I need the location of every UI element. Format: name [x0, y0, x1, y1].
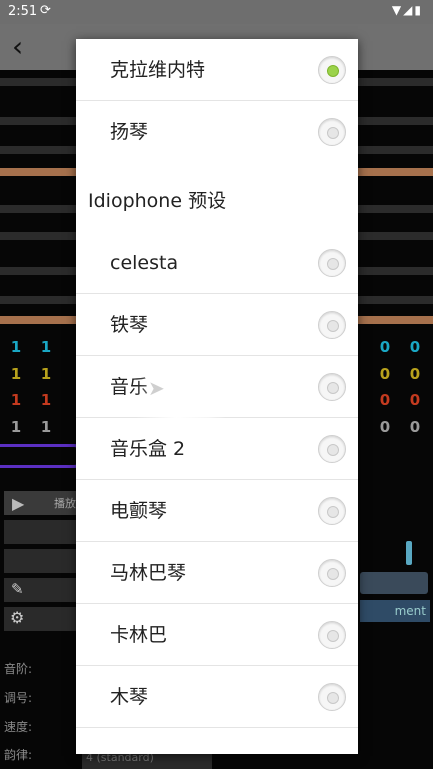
list-item[interactable]: 扬琴: [76, 101, 358, 163]
gear-icon: ⚙: [10, 608, 25, 627]
radio-button[interactable]: [318, 118, 346, 146]
list-item[interactable]: 马林巴琴: [76, 542, 358, 604]
grid-cell[interactable]: 0: [371, 389, 399, 411]
list-item-label: 音乐盒 2: [110, 438, 186, 460]
grid-cell[interactable]: 0: [401, 336, 429, 358]
grid-cell[interactable]: 1: [2, 336, 30, 358]
section-header: Idiophone 预设: [76, 170, 358, 232]
track-stripe-accent: [0, 168, 76, 176]
grid-cell[interactable]: 0: [371, 336, 399, 358]
grid-cell[interactable]: 1: [32, 389, 60, 411]
list-item-label: 铁琴: [110, 314, 149, 336]
grid-cell[interactable]: 0: [401, 389, 429, 411]
settings-button[interactable]: ⚙: [4, 607, 76, 631]
back-arrow-icon[interactable]: ‹: [12, 30, 23, 64]
battery-icon: ▮: [414, 3, 423, 17]
grid-cell[interactable]: 0: [401, 363, 429, 385]
track-stripe: [0, 146, 76, 154]
track-stripe-accent: [358, 168, 433, 176]
track-stripe: [358, 78, 433, 86]
sync-icon: ⟳: [40, 3, 51, 18]
grid-cell[interactable]: 1: [2, 363, 30, 385]
track-stripe-accent: [358, 316, 433, 324]
track-stripe: [358, 296, 433, 304]
radio-button[interactable]: [318, 249, 346, 277]
wifi-icon: ▼: [391, 3, 404, 17]
list-item[interactable]: 音乐盒 2: [76, 418, 358, 480]
status-time: 2:51: [8, 4, 38, 19]
play-icon: ▶: [12, 494, 25, 513]
track-stripe: [0, 296, 76, 304]
pencil-icon: ✎: [11, 580, 24, 598]
grid-cell[interactable]: 1: [2, 416, 30, 438]
instrument-picker-dialog: 克拉维内特 扬琴 Idiophone 预设 celesta 铁琴 音乐 ➤ 音乐…: [76, 39, 358, 754]
track-stripe: [358, 205, 433, 213]
track-stripe: [0, 78, 76, 86]
list-item-label: celesta: [110, 252, 179, 274]
radio-button[interactable]: [318, 435, 346, 463]
grid-cell[interactable]: 1: [32, 416, 60, 438]
track-stripe-accent: [0, 316, 76, 324]
radio-button[interactable]: [318, 311, 346, 339]
control-button[interactable]: [4, 549, 76, 573]
track-stripe: [0, 232, 76, 240]
list-item-label: 电颤琴: [110, 500, 168, 522]
grid-cell[interactable]: 1: [32, 336, 60, 358]
grid-cell[interactable]: 0: [401, 416, 429, 438]
sequence-bar[interactable]: [0, 444, 83, 468]
track-stripe: [358, 146, 433, 154]
radio-button[interactable]: [318, 621, 346, 649]
list-item-label: 马林巴琴: [110, 562, 187, 584]
right-button[interactable]: ment: [360, 600, 430, 622]
right-select[interactable]: [360, 572, 428, 594]
control-button[interactable]: [4, 520, 76, 544]
radio-button[interactable]: [318, 559, 346, 587]
grid-cell[interactable]: 1: [32, 363, 60, 385]
grid-cell[interactable]: 0: [371, 363, 399, 385]
list-item-label: 卡林巴: [110, 624, 168, 646]
signal-icon: ◢: [403, 3, 415, 17]
grid-cell[interactable]: 0: [371, 416, 399, 438]
list-item[interactable]: celesta: [76, 232, 358, 294]
list-item[interactable]: 铁琴: [76, 294, 358, 356]
track-stripe: [358, 117, 433, 125]
list-item[interactable]: 电颤琴: [76, 480, 358, 542]
track-stripe: [358, 267, 433, 275]
list-item[interactable]: 木琴: [76, 666, 358, 728]
track-stripe: [0, 205, 76, 213]
edit-button[interactable]: ✎: [4, 578, 76, 602]
track-stripe: [0, 117, 76, 125]
grid-cell[interactable]: 1: [2, 389, 30, 411]
list-item-label: 克拉维内特: [110, 59, 206, 81]
rhythm-label: 韵律:: [4, 748, 33, 762]
radio-button[interactable]: [318, 497, 346, 525]
list-item-label: 木琴: [110, 686, 149, 708]
status-bar: 2:51 ⟳ ▼◢▮: [0, 0, 433, 24]
status-icons: ▼◢▮: [392, 3, 423, 17]
key-label: 调号:: [4, 691, 33, 705]
radio-button-selected[interactable]: [318, 56, 346, 84]
list-item[interactable]: 克拉维内特: [76, 39, 358, 101]
play-button[interactable]: ▶ 播放: [4, 491, 76, 515]
track-stripe: [0, 267, 76, 275]
track-stripe: [358, 232, 433, 240]
drag-arrow-icon: ➤: [148, 376, 165, 400]
list-item-label: 扬琴: [110, 121, 149, 143]
list-item[interactable]: 卡林巴: [76, 604, 358, 666]
section-header-label: Idiophone 预设: [88, 190, 227, 212]
radio-button[interactable]: [318, 373, 346, 401]
slider-handle[interactable]: [406, 541, 412, 565]
scale-label: 音阶:: [4, 662, 33, 676]
tempo-label: 速度:: [4, 720, 33, 734]
radio-button[interactable]: [318, 683, 346, 711]
play-label: 播放: [54, 497, 76, 510]
